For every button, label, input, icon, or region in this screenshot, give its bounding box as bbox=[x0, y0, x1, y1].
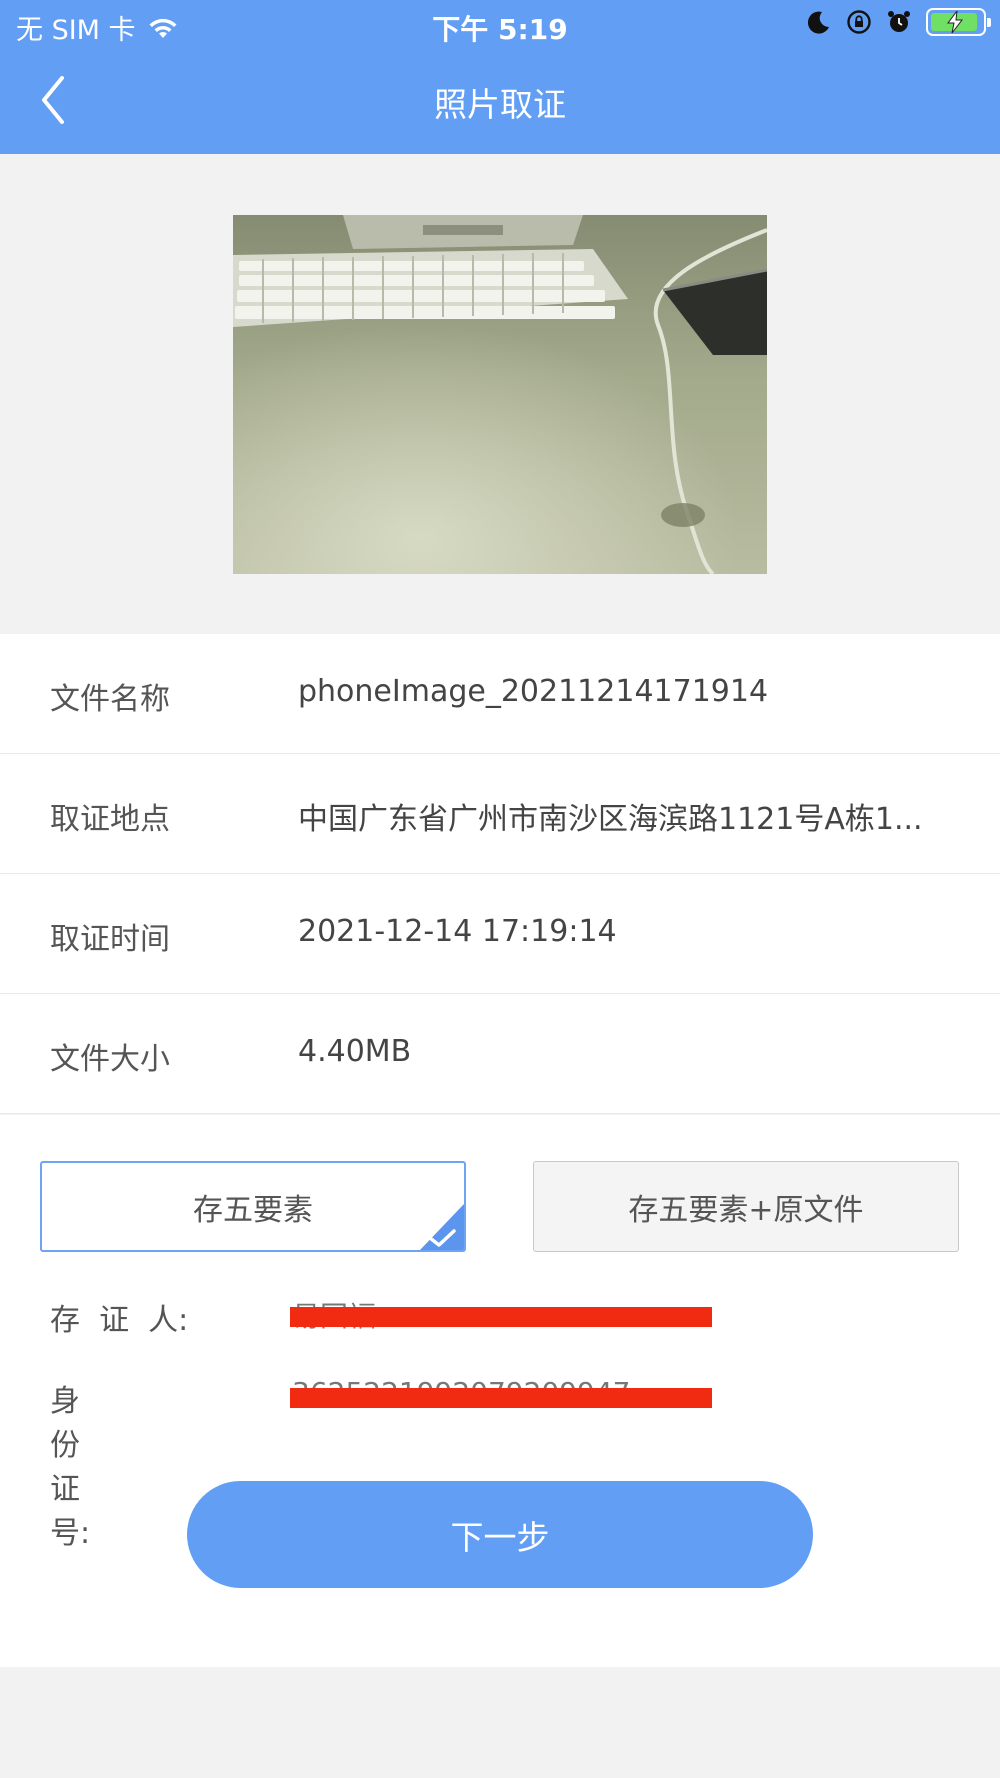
info-list: 文件名称 phoneImage_20211214171914 取证地点 中国广东… bbox=[0, 634, 1000, 1114]
storage-options-section: 存五要素 存五要素+原文件 存 证 人: 易国福 身份证号: 362522199… bbox=[0, 1115, 1000, 1667]
header: 无 SIM 卡 下午 5:19 照片取证 bbox=[0, 0, 1000, 154]
info-row-file-size: 文件大小 4.40MB bbox=[0, 994, 1000, 1114]
page-title: 照片取证 bbox=[434, 85, 566, 124]
alarm-icon bbox=[888, 11, 910, 32]
info-value: 2021-12-14 17:19:14 bbox=[298, 914, 617, 949]
option-five-elements[interactable]: 存五要素 bbox=[40, 1161, 466, 1252]
id-label: 身份证号: bbox=[50, 1384, 91, 1551]
status-bar-right bbox=[806, 8, 991, 36]
photo-content bbox=[233, 215, 767, 574]
checkmark-icon bbox=[420, 1204, 464, 1250]
info-row-time: 取证时间 2021-12-14 17:19:14 bbox=[0, 874, 1000, 994]
info-label: 文件大小 bbox=[50, 1042, 170, 1077]
redaction-mark bbox=[290, 1388, 712, 1408]
photo-area bbox=[0, 154, 1000, 634]
moon-icon bbox=[807, 11, 829, 34]
holder-label: 存 证 人: bbox=[50, 1303, 189, 1338]
evidence-photo[interactable] bbox=[233, 215, 767, 574]
option-label: 存五要素+原文件 bbox=[628, 1192, 864, 1228]
info-value: 中国广东省广州市南沙区海滨路1121号A栋1... bbox=[298, 802, 923, 837]
info-value: 4.40MB bbox=[298, 1034, 412, 1069]
info-label: 取证时间 bbox=[50, 922, 170, 957]
rotation-lock-icon bbox=[847, 10, 871, 34]
next-button[interactable]: 下一步 bbox=[187, 1481, 813, 1588]
info-value: phoneImage_20211214171914 bbox=[298, 674, 769, 709]
info-label: 取证地点 bbox=[50, 802, 170, 837]
info-label: 文件名称 bbox=[50, 682, 170, 717]
battery-icon bbox=[926, 8, 991, 36]
status-bar: 无 SIM 卡 下午 5:19 bbox=[0, 0, 1000, 50]
info-row-location: 取证地点 中国广东省广州市南沙区海滨路1121号A栋1... bbox=[0, 754, 1000, 874]
option-label: 存五要素 bbox=[193, 1192, 313, 1228]
option-five-elements-with-original[interactable]: 存五要素+原文件 bbox=[533, 1161, 959, 1252]
redaction-mark bbox=[290, 1307, 712, 1327]
info-row-file-name: 文件名称 phoneImage_20211214171914 bbox=[0, 634, 1000, 754]
